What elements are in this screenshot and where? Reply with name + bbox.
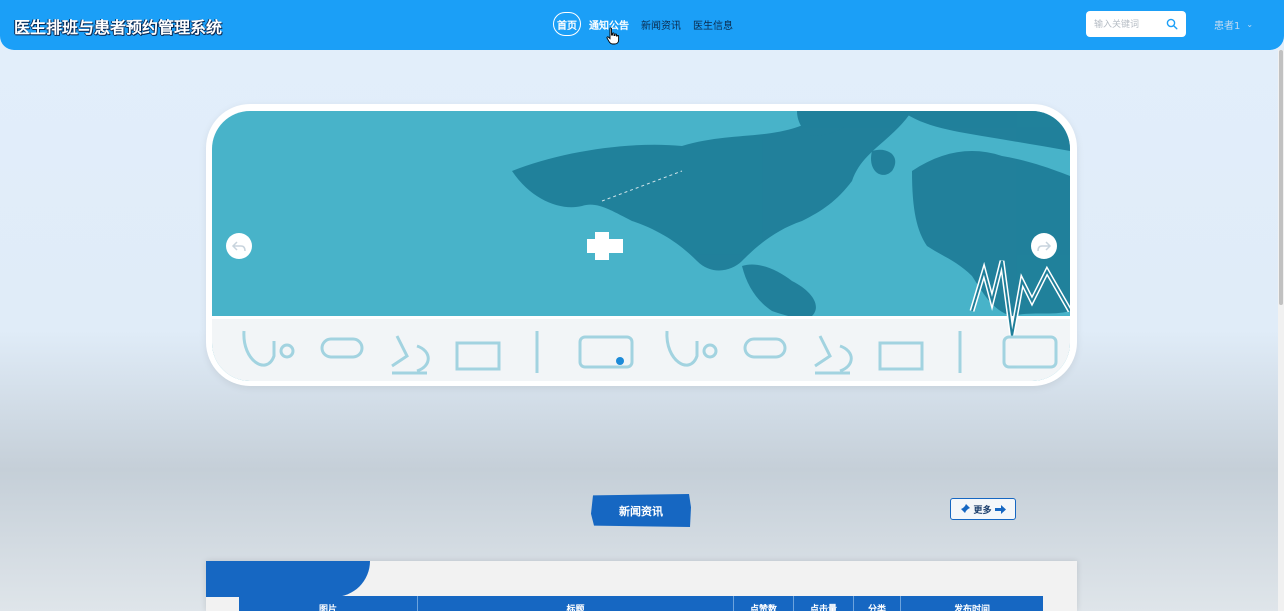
main-nav: 首页 通知公告 新闻资讯 医生信息 [553,12,745,36]
user-name: 患者1 [1214,21,1241,32]
scrollbar-thumb[interactable] [1279,50,1283,305]
news-section-title: 新闻资讯 [591,494,691,527]
col-likes: 点赞数 [734,596,794,611]
search-input[interactable] [1092,16,1166,34]
nav-home[interactable]: 首页 [553,12,581,36]
col-clicks: 点击量 [794,596,854,611]
banner-image [212,111,1070,381]
carousel-next-button[interactable] [1031,233,1057,259]
forward-arrow-icon [1037,241,1052,252]
medical-cross-icon [587,232,623,260]
page-scrollbar[interactable] [1278,50,1284,611]
news-table-header: 图片 标题 点赞数 点击量 分类 发布时间 [239,596,1043,611]
nav-news[interactable]: 新闻资讯 [641,17,681,32]
col-category: 分类 [854,596,901,611]
nav-doctors[interactable]: 医生信息 [693,17,733,32]
carousel-prev-button[interactable] [226,233,252,259]
col-publish-time: 发布时间 [953,605,990,611]
top-navbar: 医生排班与患者预约管理系统 首页 通知公告 新闻资讯 医生信息 患者1 ⌄ [0,0,1284,50]
back-arrow-icon [231,241,246,252]
search-box [1086,11,1186,37]
pin-icon [960,504,971,514]
hand-cursor-icon [606,27,620,45]
user-menu[interactable]: 患者1 ⌄ [1214,17,1253,32]
panel-tab-decoration [206,561,370,597]
col-title: 标题 [418,596,734,611]
chevron-down-icon: ⌄ [1246,20,1254,29]
more-label: 更多 [973,505,992,516]
site-title[interactable]: 医生排班与患者预约管理系统 [14,14,222,38]
banner-carousel[interactable] [212,111,1070,381]
more-news-button[interactable]: 更多 [950,498,1016,520]
arrow-right-icon [994,504,1006,514]
col-image: 图片 [239,596,418,611]
search-icon[interactable] [1166,18,1178,30]
